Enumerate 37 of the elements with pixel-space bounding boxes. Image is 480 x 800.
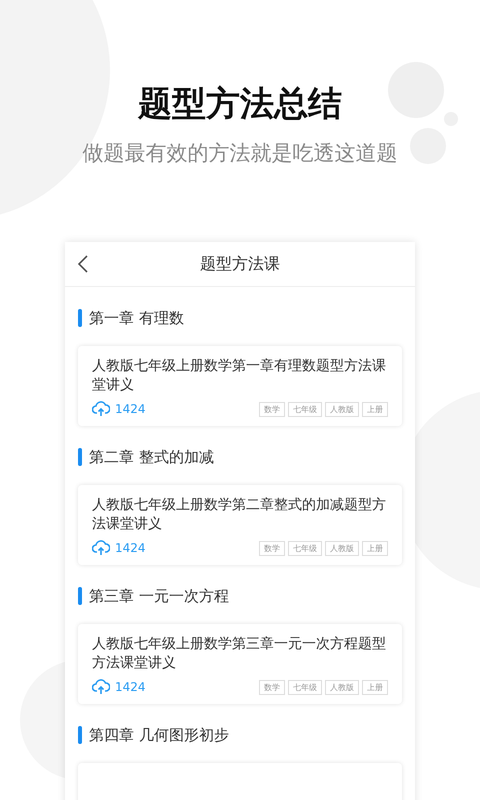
accent-bar xyxy=(78,726,82,744)
tag: 人教版 xyxy=(325,540,359,556)
download-count: 1424 xyxy=(115,402,146,416)
cloud-upload-icon xyxy=(92,401,110,417)
tag: 人教版 xyxy=(325,680,359,694)
subtitle: 做题最有效的方法就是吃透这道题 xyxy=(82,140,398,167)
document-title: 人教版七年级上册数学第二章整式的加减题型方法课堂讲义 xyxy=(92,496,387,534)
back-button[interactable] xyxy=(77,254,89,274)
tag: 数学 xyxy=(259,402,285,416)
document-title: 人教版七年级上册数学第一章有理数题型方法课堂讲义 xyxy=(92,357,387,395)
download-count: 1424 xyxy=(115,680,146,694)
accent-bar xyxy=(78,587,82,605)
document-card[interactable]: 人教版七年级上册数学第三章一元一次方程题型方法课堂讲义 1424 数学 七年级 人教版 上册 xyxy=(78,624,402,704)
headline: 题型方法总结 xyxy=(138,83,342,126)
cloud-upload-icon xyxy=(92,540,110,556)
chapter-title: 第二章 整式的加减 xyxy=(89,448,214,466)
chapter-title: 第三章 一元一次方程 xyxy=(89,586,229,606)
tag: 七年级 xyxy=(288,680,322,694)
document-title: 人教版七年级上册数学第三章一元一次方程题型方法课堂讲义 xyxy=(92,635,387,673)
chapter-title: 第四章 几何图形初步 xyxy=(89,726,229,744)
tag: 七年级 xyxy=(288,402,322,416)
tag: 数学 xyxy=(259,540,285,556)
accent-bar xyxy=(78,448,82,466)
tag: 上册 xyxy=(362,402,388,416)
tag: 七年级 xyxy=(288,540,322,556)
screen-title: 题型方法课 xyxy=(200,254,280,274)
chapter-title: 第一章 有理数 xyxy=(89,308,184,328)
tag: 人教版 xyxy=(325,402,359,416)
document-card[interactable]: 人教版七年级上册数学第二章整式的加减题型方法课堂讲义 1424 数学 七年级 人教版 上册 xyxy=(78,485,402,565)
document-card[interactable]: 人教版七年级上册数学第一章有理数题型方法课堂讲义 1424 数学 七年级 人教版 上册 xyxy=(78,346,402,426)
tag: 上册 xyxy=(362,680,388,694)
tag: 数学 xyxy=(259,680,285,694)
cloud-upload-icon xyxy=(92,679,110,695)
tag: 上册 xyxy=(362,540,388,556)
accent-bar xyxy=(78,309,82,327)
back-icon xyxy=(77,254,89,274)
download-count: 1424 xyxy=(115,541,146,555)
